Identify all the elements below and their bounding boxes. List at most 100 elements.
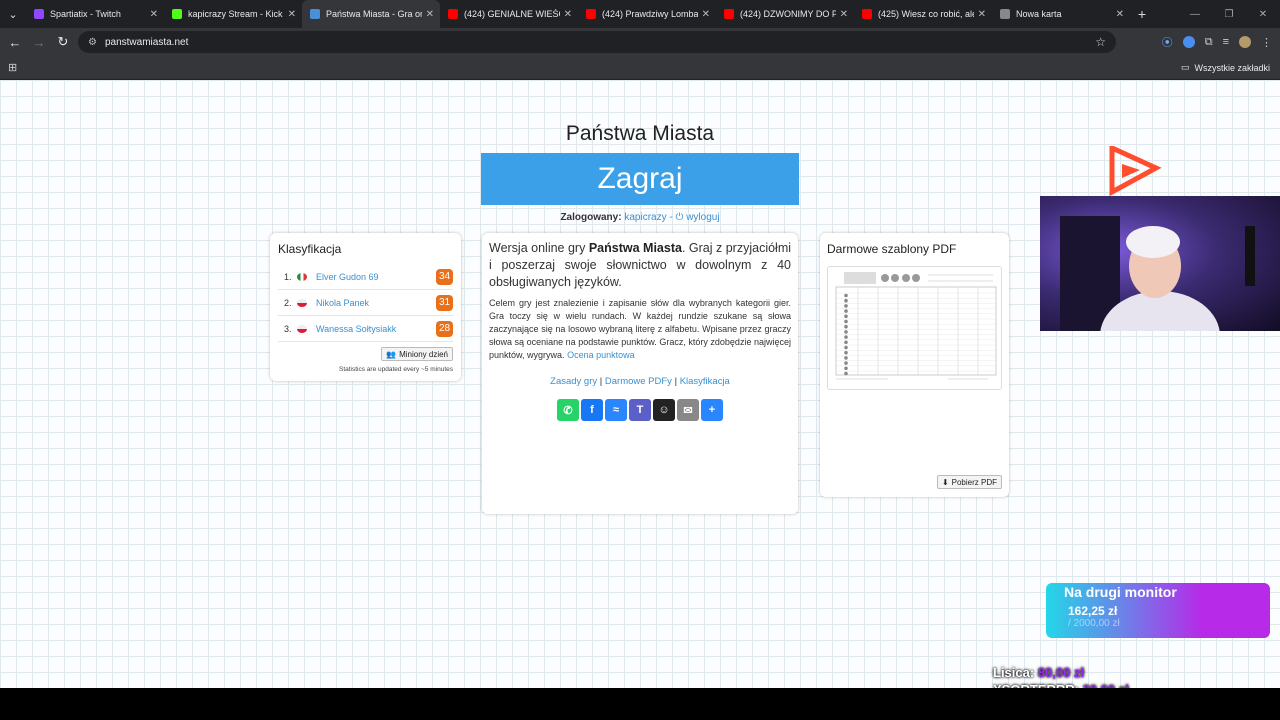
player-link[interactable]: Elver Gudon 69	[316, 272, 436, 282]
tab[interactable]: (424) DZWONIMY DO PA ✕	[716, 0, 854, 28]
pdf-link[interactable]: Darmowe PDFy	[605, 376, 672, 387]
tab[interactable]: (425) Wiesz co robić, ale ✕	[854, 0, 992, 28]
maximize-icon[interactable]: ❐	[1212, 9, 1246, 20]
tab-title: Państwa Miasta - Gra onli	[326, 9, 422, 19]
username-link[interactable]: kapicrazy	[624, 212, 666, 223]
tab-title: (424) GENIALNE WIEŚCI o	[464, 9, 560, 19]
pdf-letter-marker	[844, 330, 848, 334]
site-info-icon[interactable]: ⚙	[88, 37, 97, 48]
whatsapp-share-icon[interactable]: ✆	[557, 399, 579, 421]
tab-close-icon[interactable]: ✕	[150, 9, 158, 20]
tab[interactable]: Spartiatix - Twitch ✕	[26, 0, 164, 28]
profile-avatar[interactable]	[1239, 36, 1251, 48]
rank-number: 1.	[284, 271, 292, 282]
back-icon[interactable]: ←	[3, 35, 27, 50]
pdf-letter-marker	[844, 350, 848, 355]
ranking-row: 3. Wanessa Sołtysiakk 28	[278, 316, 453, 342]
pdf-thumbnail[interactable]	[827, 266, 1002, 390]
pdf-letter-marker	[844, 293, 848, 298]
donor-name: Lisica:	[993, 665, 1035, 680]
snapchat-share-icon[interactable]: ☺	[653, 399, 675, 421]
play-button[interactable]: Zagraj	[481, 153, 799, 205]
player-link[interactable]: Wanessa Sołtysiakk	[316, 324, 436, 334]
pdf-grid	[836, 287, 996, 376]
extension-icon[interactable]	[1182, 36, 1195, 48]
body-text: Celem gry jest znalezienie i zapisanie s…	[489, 298, 791, 360]
apps-grid-icon[interactable]: ⊞	[8, 61, 17, 74]
ranking-link[interactable]: Klasyfikacja	[680, 376, 730, 387]
pdf-preview-image	[835, 272, 997, 380]
info-card: Wersja online gry Państwa Miasta. Graj z…	[482, 233, 798, 514]
tab[interactable]: kapicrazy Stream - Kick D ✕	[164, 0, 302, 28]
share-share-icon[interactable]: +	[701, 399, 723, 421]
tab-close-icon[interactable]: ✕	[426, 9, 434, 20]
tab-title: (424) Prawdziwy Lombard	[602, 9, 698, 19]
flag-icon	[297, 324, 307, 333]
minimize-icon[interactable]: —	[1178, 9, 1212, 20]
login-separator: -	[669, 212, 673, 223]
tab-title: (425) Wiesz co robić, ale	[878, 9, 974, 19]
period-button[interactable]: 👥 Miniony dzień	[381, 347, 453, 361]
window-controls: — ❐ ✕	[1178, 0, 1280, 28]
puzzle-icon[interactable]: ⧉	[1205, 36, 1213, 49]
link-sep-2: |	[674, 376, 678, 387]
logout-link[interactable]: ⏻ wyloguj	[676, 212, 720, 223]
pdf-letter-marker	[844, 366, 848, 371]
share-buttons: ✆ f ≈ T ☺ ✉ +	[489, 399, 791, 421]
player-link[interactable]: Nikola Panek	[316, 298, 436, 308]
tab-title: Nowa karta	[1016, 9, 1062, 19]
tabs: Spartiatix - Twitch ✕ kapicrazy Stream - K…	[26, 0, 1130, 28]
cast-icon[interactable]: ⦿	[1162, 34, 1173, 50]
forward-icon[interactable]: →	[27, 35, 51, 50]
rules-link[interactable]: Zasady gry	[550, 376, 597, 387]
menu-icon[interactable]: ⋮	[1261, 36, 1272, 49]
pdf-letter-marker	[844, 314, 848, 319]
facebook-share-icon[interactable]: f	[581, 399, 603, 421]
download-pdf-button[interactable]: ⬇ Pobierz PDF	[936, 475, 1002, 489]
tab[interactable]: (424) GENIALNE WIEŚCI o ✕	[440, 0, 578, 28]
scoring-link[interactable]: Ocena punktowa	[567, 350, 635, 360]
page-title: Państwa Miasta	[565, 122, 715, 145]
email-share-icon[interactable]: ✉	[677, 399, 699, 421]
logout-label: wyloguj	[686, 212, 720, 223]
download-pdf-label: Pobierz PDF	[951, 477, 997, 487]
url-text: panstwamiasta.net	[104, 36, 189, 48]
login-label: Zalogowany:	[560, 212, 622, 223]
tab-close-icon[interactable]: ✕	[1116, 9, 1124, 20]
teams-share-icon[interactable]: T	[629, 399, 651, 421]
score-badge: 28	[436, 320, 453, 337]
pdf-letter-marker	[844, 309, 848, 313]
ranking-row: 1. Elver Gudon 69 34	[278, 264, 453, 290]
new-tab-button[interactable]: +	[1130, 6, 1154, 22]
tab[interactable]: (424) Prawdziwy Lombard ✕	[578, 0, 716, 28]
bookmarks-bar: ⊞ ▭ Wszystkie zakładki	[0, 56, 1280, 80]
close-window-icon[interactable]: ✕	[1246, 9, 1280, 20]
bookmark-star-icon[interactable]: ☆	[1095, 35, 1106, 49]
power-icon: ⏻	[675, 212, 684, 223]
messenger-share-icon[interactable]: ≈	[605, 399, 627, 421]
pdf-letter-marker	[844, 340, 848, 345]
tab[interactable]: Państwa Miasta - Gra onli ✕	[302, 0, 440, 28]
pdf-letter-marker	[844, 356, 848, 360]
tab-close-icon[interactable]: ✕	[978, 9, 986, 20]
tab-favicon-icon	[310, 9, 320, 19]
reload-icon[interactable]: ↻	[51, 34, 75, 50]
ranking-row: 2. Nikola Panek 31	[278, 290, 453, 316]
lead-bold: Państwa Miasta	[588, 241, 682, 255]
tab-favicon-icon	[34, 9, 44, 19]
donation-entry: Lisica: 80,00 zł	[993, 665, 1084, 680]
address-bar[interactable]: ⚙ panstwamiasta.net ☆	[78, 31, 1116, 53]
tab-close-icon[interactable]: ✕	[564, 9, 572, 20]
tab-close-icon[interactable]: ✕	[840, 9, 848, 20]
tab-title: kapicrazy Stream - Kick D	[188, 9, 284, 19]
media-icon[interactable]: ≡	[1223, 36, 1229, 48]
tab[interactable]: Nowa karta ✕	[992, 0, 1130, 28]
link-sep-1: |	[599, 376, 603, 387]
all-bookmarks[interactable]: ▭ Wszystkie zakładki	[1181, 62, 1270, 73]
tab-close-icon[interactable]: ✕	[288, 9, 296, 20]
tab-favicon-icon	[724, 9, 734, 19]
goal-amount: 162,25 zł	[1068, 604, 1118, 618]
tab-close-icon[interactable]: ✕	[702, 9, 710, 20]
tab-search-icon[interactable]: ⌄	[0, 0, 26, 28]
period-button-label: Miniony dzień	[399, 349, 448, 359]
